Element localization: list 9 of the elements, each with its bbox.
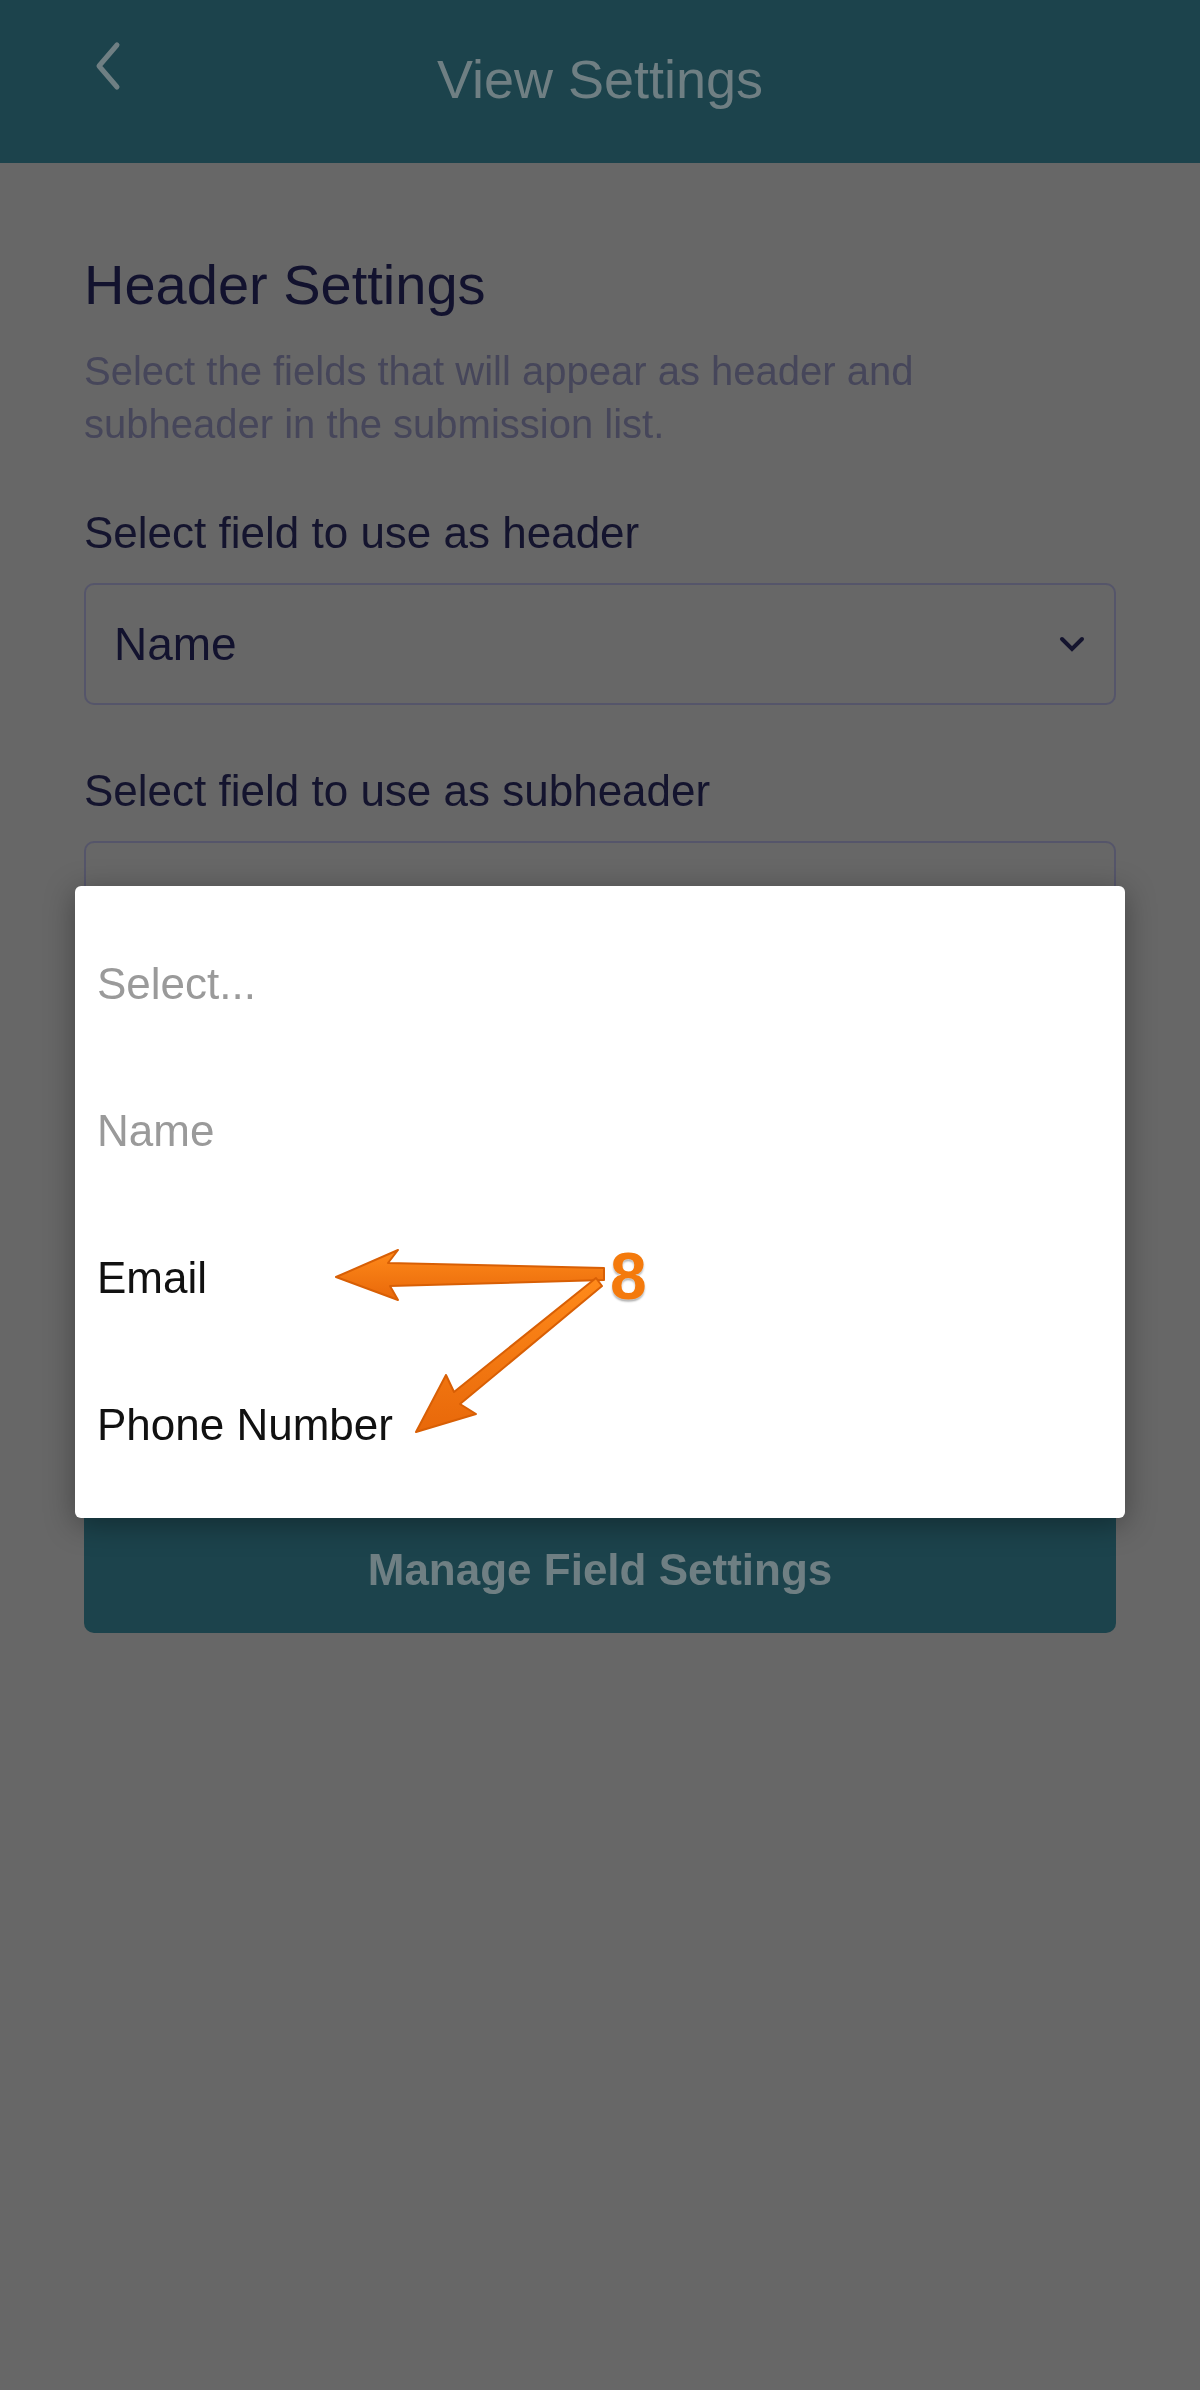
- dropdown-option[interactable]: Email: [97, 1244, 208, 1311]
- field-label: Select field to use as subheader: [84, 765, 712, 817]
- dropdown-option[interactable]: Phone Number: [97, 1391, 393, 1458]
- step-number: 8: [610, 1240, 647, 1312]
- select-value: Name: [114, 616, 237, 672]
- select-field[interactable]: Name: [84, 583, 1116, 705]
- section-heading: Header Settings: [84, 253, 487, 317]
- field-label: Select field to use as header: [84, 507, 641, 559]
- chevron-down-icon: [1058, 635, 1086, 653]
